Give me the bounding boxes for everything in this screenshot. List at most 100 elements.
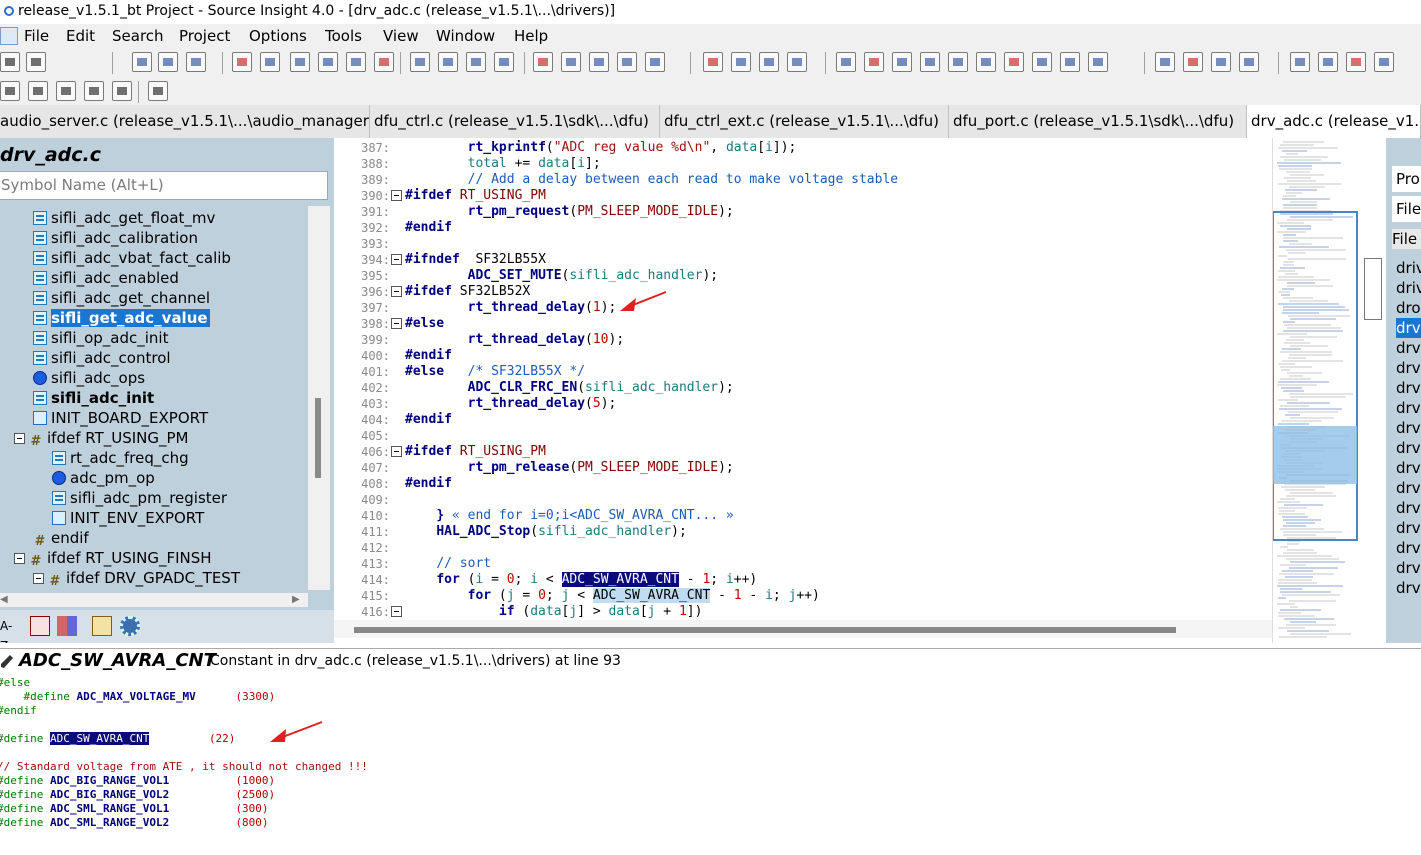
code-line[interactable]: 405: (334, 428, 1274, 444)
doc-c-icon[interactable] (1346, 52, 1366, 72)
nav-back-icon[interactable] (0, 52, 20, 72)
code-line[interactable]: 410: } « end for i=0;i<ADC_SW_AVRA_CNT..… (334, 508, 1274, 524)
nav-forward-icon[interactable] (26, 52, 46, 72)
code-line[interactable]: 409: (334, 492, 1274, 508)
code-line[interactable]: 393: (334, 236, 1274, 252)
tree-expand-toggle[interactable] (14, 433, 25, 444)
sync-icon[interactable] (1060, 52, 1080, 72)
code-line[interactable]: 404: #endif (334, 412, 1274, 428)
project-file-item[interactable]: driv (1396, 278, 1421, 298)
project-file-item[interactable]: drv (1396, 338, 1421, 358)
bookmark-next-icon[interactable] (438, 52, 458, 72)
fold-toggle-icon[interactable] (391, 286, 402, 297)
menu-tools[interactable]: Tools (325, 24, 362, 48)
overview-minimap[interactable] (1272, 138, 1362, 643)
tree-item[interactable]: adc_pm_op (52, 468, 155, 488)
code-line[interactable]: 412: (334, 540, 1274, 556)
list-view-icon[interactable] (30, 616, 50, 636)
code-line[interactable]: 399: rt_thread_delay(10); (334, 332, 1274, 348)
menu-file[interactable]: File (24, 24, 49, 48)
browse-icon[interactable] (318, 52, 338, 72)
scroll-right-icon[interactable]: ▶ (292, 594, 300, 605)
symbol-icon[interactable] (920, 52, 940, 72)
cut-icon[interactable] (132, 52, 152, 72)
paste-icon[interactable] (186, 52, 206, 72)
tree-item[interactable]: sifli_adc_enabled (33, 268, 179, 288)
fold-toggle-icon[interactable] (391, 254, 402, 265)
code-line[interactable]: 415: for (j = 0; j < ADC_SW_AVRA_CNT - 1… (334, 588, 1274, 604)
tab-dfu-port[interactable]: dfu_port.c (release_v1.5.1\sdk\...\dfu) (949, 105, 1247, 138)
symbol-window-icon[interactable] (533, 52, 553, 72)
clip-icon[interactable] (976, 52, 996, 72)
insert-line-icon[interactable] (1183, 52, 1203, 72)
menu-edit[interactable]: Edit (66, 24, 95, 48)
bookmark-icon[interactable] (494, 52, 514, 72)
project-file-item[interactable]: Pro (1392, 166, 1421, 192)
tree-item[interactable]: sifli_adc_ops (33, 368, 145, 388)
new-file-icon[interactable] (0, 81, 20, 101)
code-line[interactable]: 394: #ifndef SF32LB55X (334, 252, 1274, 268)
menu-help[interactable]: Help (514, 24, 548, 48)
tab-dfu-ctrl-ext[interactable]: dfu_ctrl_ext.c (release_v1.5.1\...\dfu) (660, 105, 949, 138)
save-icon[interactable] (56, 81, 76, 101)
relation-icon[interactable] (645, 52, 665, 72)
context-window[interactable]: #else #define ADC_MAX_VOLTAGE_MV (3300) #… (0, 676, 1421, 855)
symbol-search-input[interactable]: Symbol Name (Alt+L) (0, 171, 328, 200)
menu-search[interactable]: Search (112, 24, 164, 48)
code-line[interactable]: 390: #ifdef RT_USING_PM (334, 188, 1274, 204)
scroll-thumb[interactable] (315, 398, 321, 478)
tree-item[interactable]: ifdef RT_USING_FINSH (14, 548, 212, 568)
tab-dfu-ctrl[interactable]: dfu_ctrl.c (release_v1.5.1\sdk\...\dfu) (370, 105, 660, 138)
tree-item[interactable]: endif (33, 528, 89, 548)
fold-toggle-icon[interactable] (391, 606, 402, 617)
code-line[interactable]: 391: rt_pm_request(PM_SLEEP_MODE_IDLE); (334, 204, 1274, 220)
code-line[interactable]: 403: rt_thread_delay(5); (334, 396, 1274, 412)
code-line[interactable]: 389: // Add a delay between each read to… (334, 172, 1274, 188)
symbol-tree-vscrollbar[interactable] (308, 206, 330, 590)
tab-audio-server[interactable]: audio_server.c (release_v1.5.1\...\audio… (0, 105, 370, 138)
code-line[interactable]: 397: rt_thread_delay(1); (334, 300, 1274, 316)
project-file-item[interactable]: drv (1396, 318, 1421, 338)
code-editor[interactable]: 387: rt_kprintf("ADC reg value %d\n", da… (334, 138, 1386, 643)
doc-b-icon[interactable] (1318, 52, 1338, 72)
minimap-graphic[interactable] (1273, 138, 1363, 643)
layout-3-icon[interactable] (759, 52, 779, 72)
project-file-item[interactable]: drv (1396, 438, 1421, 458)
tree-expand-toggle[interactable] (33, 573, 44, 584)
browse-window-icon[interactable] (1004, 52, 1024, 72)
tree-item[interactable]: sifli_adc_init (33, 388, 154, 408)
fold-toggle-icon[interactable] (391, 446, 402, 457)
code-line[interactable]: 398: #else (334, 316, 1274, 332)
increase-icon[interactable] (1155, 52, 1175, 72)
relation-window-icon[interactable] (948, 52, 968, 72)
sort-az-icon[interactable]: A-Z (0, 616, 20, 643)
doc-a-icon[interactable] (1290, 52, 1310, 72)
fold-toggle-icon[interactable] (391, 318, 402, 329)
find-prev-icon[interactable] (290, 52, 310, 72)
bookmark-prev-icon[interactable] (410, 52, 430, 72)
code-line[interactable]: 395: ADC_SET_MUTE(sifli_adc_handler); (334, 268, 1274, 284)
code-line[interactable]: 414: for (i = 0; i < ADC_SW_AVRA_CNT - 1… (334, 572, 1274, 588)
copy-icon[interactable] (158, 52, 178, 72)
project-icon[interactable] (836, 52, 856, 72)
gear-icon[interactable] (120, 616, 140, 636)
code-line[interactable]: 396: #ifdef SF32LB52X (334, 284, 1274, 300)
project-file-item[interactable]: drv (1396, 418, 1421, 438)
layout-1-icon[interactable] (703, 52, 723, 72)
editor-hscrollbar[interactable] (334, 620, 1272, 638)
category-icon[interactable] (57, 616, 77, 636)
book-icon[interactable] (92, 616, 112, 636)
project-file-item[interactable]: drv (1396, 398, 1421, 418)
tree-item[interactable]: rt_adc_freq_chg (52, 448, 189, 468)
layout-2-icon[interactable] (731, 52, 751, 72)
project-file-item[interactable]: drv (1396, 558, 1421, 578)
menu-project[interactable]: Project (179, 24, 230, 48)
editor-vscrollbar[interactable] (1362, 138, 1386, 643)
project-file-item[interactable]: drv (1396, 578, 1421, 598)
code-line[interactable]: 406: #ifdef RT_USING_PM (334, 444, 1274, 460)
document-menu-icon[interactable] (0, 27, 18, 45)
jump-icon[interactable] (561, 52, 581, 72)
bird-icon[interactable] (1032, 52, 1052, 72)
menu-window[interactable]: Window (436, 24, 495, 48)
code-line[interactable]: 408: #endif (334, 476, 1274, 492)
